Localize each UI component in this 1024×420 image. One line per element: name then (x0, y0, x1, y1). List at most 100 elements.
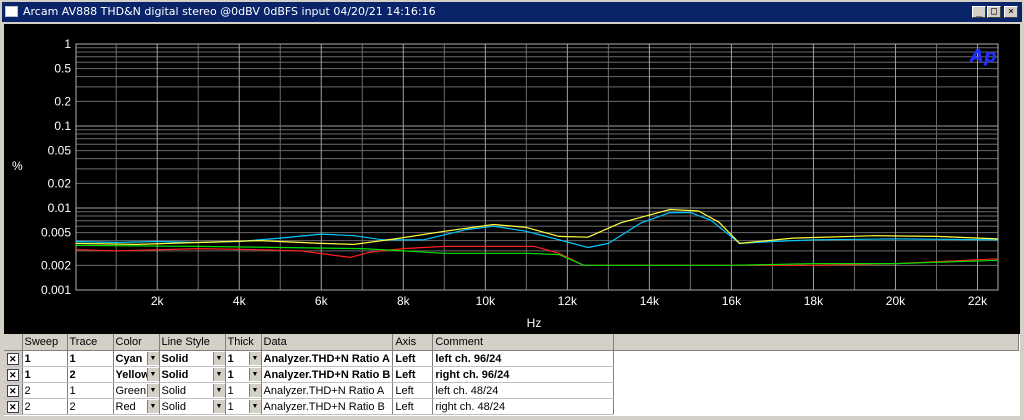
data-cell[interactable]: Analyzer.THD+N Ratio A (261, 350, 394, 367)
y-tick-label: 0.002 (41, 258, 71, 272)
header-color[interactable]: Color (113, 334, 160, 351)
checkbox-x-icon[interactable]: ✕ (6, 352, 19, 365)
comment-cell[interactable]: right ch. 96/24 (432, 366, 615, 383)
axis-cell[interactable]: Left (392, 382, 434, 399)
comment-cell[interactable]: left ch. 48/24 (432, 382, 615, 399)
close-button[interactable]: × (1004, 6, 1018, 18)
dropdown-arrow-icon[interactable]: ▼ (248, 352, 260, 365)
header-axis[interactable]: Axis (392, 334, 434, 351)
trace-settings-grid[interactable]: Sweep Trace Color Line Style Thick Data … (4, 334, 1020, 416)
header-trace[interactable]: Trace (67, 334, 114, 351)
data-cell[interactable]: Analyzer.THD+N Ratio B (261, 366, 394, 383)
row-enable-checkbox[interactable]: ✕ (4, 398, 23, 415)
row-enable-checkbox[interactable]: ✕ (4, 366, 23, 383)
color-value: Green (115, 384, 147, 397)
dropdown-arrow-icon[interactable]: ▼ (146, 400, 158, 413)
window-title: Arcam AV888 THD&N digital stereo @0dBV 0… (23, 5, 436, 18)
dropdown-arrow-icon[interactable]: ▼ (146, 352, 158, 365)
y-tick-label: 0.02 (48, 176, 72, 190)
dropdown-arrow-icon[interactable]: ▼ (212, 384, 224, 397)
thick-value: 1 (227, 384, 234, 397)
x-tick-label: 2k (151, 294, 165, 308)
checkbox-x-icon[interactable]: ✕ (6, 368, 19, 381)
dropdown-arrow-icon[interactable]: ▼ (146, 384, 158, 397)
header-comment[interactable]: Comment (432, 334, 615, 351)
checkbox-x-icon[interactable]: ✕ (6, 384, 19, 397)
table-row[interactable]: ✕ 1 2 Yellow ▼ Solid ▼ 1 ▼ Analyzer.THD+N R… (4, 366, 1019, 383)
line-style-select[interactable]: Solid ▼ (159, 398, 226, 415)
chart-gridlines (75, 43, 999, 291)
x-axis-label: Hz (527, 316, 542, 330)
dropdown-arrow-icon[interactable]: ▼ (212, 400, 224, 413)
x-tick-label: 10k (476, 294, 496, 308)
line-style-select[interactable]: Solid ▼ (159, 350, 226, 367)
axis-cell[interactable]: Left (392, 398, 434, 415)
title-bar[interactable]: Arcam AV888 THD&N digital stereo @0dBV 0… (2, 2, 1022, 22)
y-tick-label: 0.005 (41, 226, 71, 240)
header-sweep[interactable]: Sweep (22, 334, 68, 351)
x-tick-label: 4k (233, 294, 247, 308)
dropdown-arrow-icon[interactable]: ▼ (146, 368, 158, 381)
y-tick-label: 0.1 (54, 119, 71, 133)
sweep-cell[interactable]: 2 (22, 398, 68, 415)
y-tick-label: 0.01 (48, 201, 72, 215)
comment-cell[interactable]: right ch. 48/24 (432, 398, 615, 415)
row-enable-checkbox[interactable]: ✕ (4, 382, 23, 399)
x-axis-ticks: 2k 4k 6k 8k 10k 12k 14k 16k 18k 20k 22k (151, 294, 988, 308)
table-row[interactable]: ✕ 1 1 Cyan ▼ Solid ▼ 1 ▼ Analyzer.THD+N Rat… (4, 350, 1019, 367)
axis-cell[interactable]: Left (392, 350, 434, 367)
thick-value: 1 (227, 400, 234, 413)
line-style-select[interactable]: Solid ▼ (159, 366, 226, 383)
color-select[interactable]: Cyan ▼ (113, 350, 160, 367)
data-cell[interactable]: Analyzer.THD+N Ratio A (261, 382, 394, 399)
thick-select[interactable]: 1 ▼ (225, 350, 262, 367)
header-select (4, 334, 23, 351)
row-enable-checkbox[interactable]: ✕ (4, 350, 23, 367)
thick-select[interactable]: 1 ▼ (225, 382, 262, 399)
maximize-button[interactable]: □ (987, 6, 1001, 18)
row-filler (614, 351, 1019, 367)
line-style-value: Solid (161, 384, 186, 397)
dropdown-arrow-icon[interactable]: ▼ (212, 352, 224, 365)
dropdown-arrow-icon[interactable]: ▼ (212, 368, 224, 381)
trace-cell[interactable]: 2 (67, 398, 114, 415)
color-select[interactable]: Red ▼ (113, 398, 160, 415)
x-tick-label: 22k (968, 294, 988, 308)
dropdown-arrow-icon[interactable]: ▼ (248, 400, 260, 413)
trace-cell[interactable]: 1 (67, 382, 114, 399)
checkbox-x-icon[interactable]: ✕ (6, 400, 19, 413)
header-line-style[interactable]: Line Style (159, 334, 226, 351)
header-data[interactable]: Data (261, 334, 394, 351)
dropdown-arrow-icon[interactable]: ▼ (248, 368, 260, 381)
application-window: Arcam AV888 THD&N digital stereo @0dBV 0… (0, 0, 1024, 420)
dropdown-arrow-icon[interactable]: ▼ (248, 384, 260, 397)
comment-cell[interactable]: left ch. 96/24 (432, 350, 615, 367)
trace-cell[interactable]: 2 (67, 366, 114, 383)
trace-cell[interactable]: 1 (67, 350, 114, 367)
table-row[interactable]: ✕ 2 1 Green ▼ Solid ▼ 1 ▼ Analyzer.THD+N Ra… (4, 382, 1019, 399)
line-style-select[interactable]: Solid ▼ (159, 382, 226, 399)
x-tick-label: 20k (886, 294, 906, 308)
data-cell[interactable]: Analyzer.THD+N Ratio B (261, 398, 394, 415)
color-select[interactable]: Yellow ▼ (113, 366, 160, 383)
y-tick-label: 0.05 (48, 144, 72, 158)
y-axis-label: % (12, 159, 23, 173)
thick-select[interactable]: 1 ▼ (225, 366, 262, 383)
sweep-cell[interactable]: 1 (22, 350, 68, 367)
header-thick[interactable]: Thick (225, 334, 262, 351)
x-tick-label: 18k (804, 294, 824, 308)
axis-cell[interactable]: Left (392, 366, 434, 383)
row-filler (614, 383, 1019, 399)
sweep-cell[interactable]: 1 (22, 366, 68, 383)
minimize-button[interactable]: _ (972, 6, 986, 18)
sweep-cell[interactable]: 2 (22, 382, 68, 399)
window-icon (5, 6, 18, 17)
header-filler (613, 334, 1020, 351)
thick-select[interactable]: 1 ▼ (225, 398, 262, 415)
plot-border (75, 43, 999, 291)
thick-value: 1 (227, 352, 234, 365)
color-select[interactable]: Green ▼ (113, 382, 160, 399)
table-row[interactable]: ✕ 2 2 Red ▼ Solid ▼ 1 ▼ Analyzer.THD+N Rati… (4, 398, 1019, 415)
x-tick-label: 6k (315, 294, 329, 308)
y-tick-label: 0.001 (41, 283, 71, 297)
